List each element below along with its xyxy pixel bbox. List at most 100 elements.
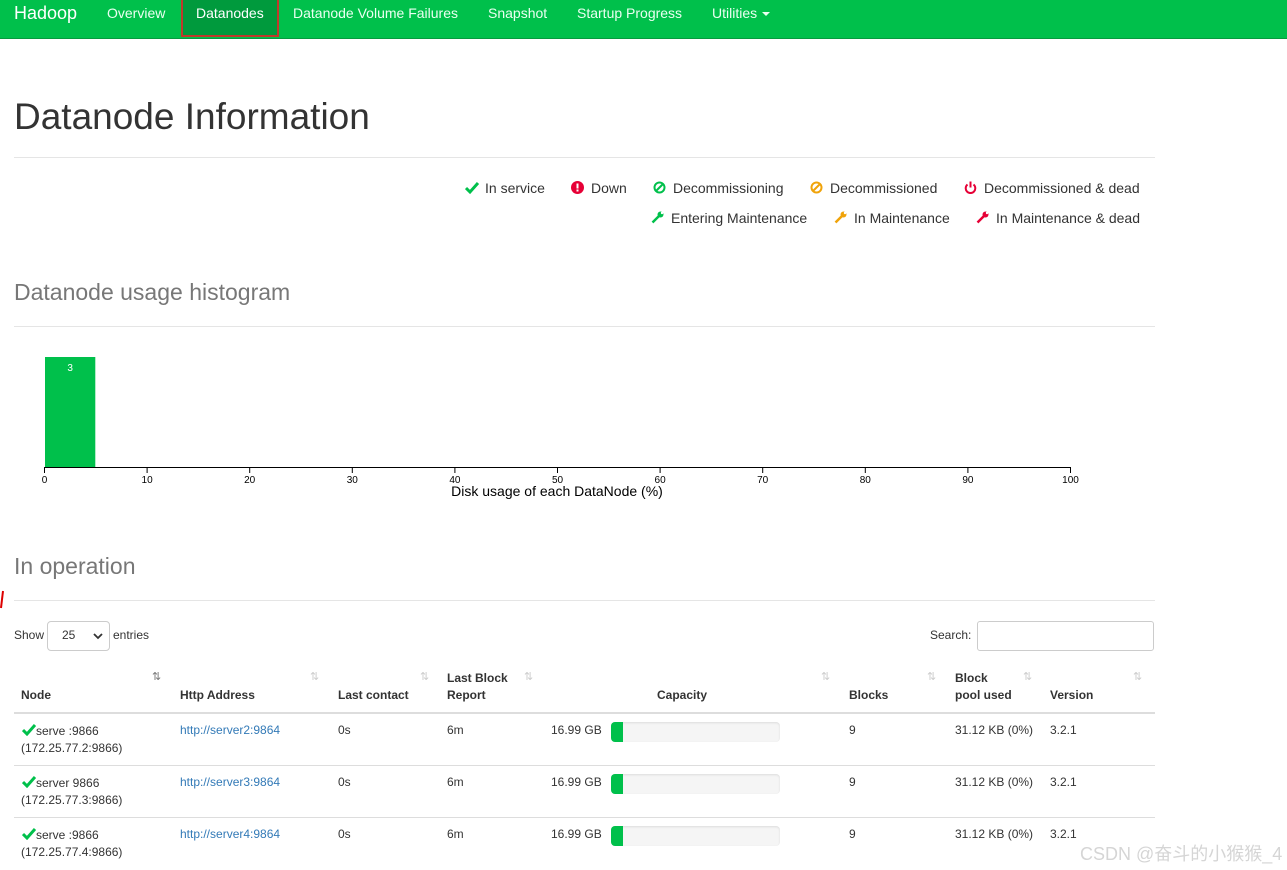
blocks-count: 9 — [849, 723, 856, 737]
header-line: Last Block — [447, 671, 508, 685]
x-tick-label: 20 — [244, 475, 256, 486]
row-divider — [14, 817, 1155, 818]
last-block-report: 6m — [447, 827, 464, 841]
checkmark-icon — [465, 182, 479, 195]
node-ip: (172.25.77.3:9866) — [21, 793, 123, 807]
legend-label: In Maintenance — [854, 210, 950, 226]
x-tick-label: 80 — [860, 475, 872, 486]
legend-label: Entering Maintenance — [671, 210, 808, 226]
sort-icon[interactable]: ⇅ — [927, 670, 936, 683]
last-contact: 0s — [338, 775, 351, 789]
capacity-bar-fill — [611, 722, 623, 742]
bar-count-label: 3 — [67, 363, 73, 374]
blocks-count: 9 — [849, 775, 856, 789]
x-tick-label: 0 — [42, 475, 48, 486]
header-line: Report — [447, 688, 486, 702]
histogram-heading: Datanode usage histogram — [14, 279, 291, 305]
version: 3.2.1 — [1050, 775, 1077, 789]
capacity-bar-fill — [611, 826, 623, 846]
x-tick-label: 70 — [757, 475, 769, 486]
sort-icon[interactable]: ⇅ — [1133, 670, 1142, 683]
column-header-capacity[interactable]: Capacity — [657, 687, 707, 704]
sort-icon[interactable]: ⇅ — [821, 670, 830, 683]
last-contact: 0s — [338, 723, 351, 737]
capacity-value: 16.99 GB — [551, 827, 602, 841]
sort-asc-icon[interactable]: ⇅ — [152, 670, 161, 683]
x-tick-label: 10 — [142, 475, 154, 486]
x-tick-label: 30 — [347, 475, 359, 486]
nav-volume-failures[interactable]: Datanode Volume Failures — [293, 0, 458, 38]
exclamation-circle-icon — [571, 181, 584, 194]
row-divider — [14, 765, 1155, 766]
last-block-report: 6m — [447, 723, 464, 737]
legend-label: Decommissioning — [673, 180, 784, 196]
column-header-last-contact[interactable]: Last contact — [338, 687, 409, 704]
wrench-icon — [976, 211, 989, 224]
nav-utilities-dropdown[interactable]: Utilities — [712, 0, 771, 38]
column-header-http[interactable]: Http Address — [180, 687, 255, 704]
divider — [14, 600, 1155, 601]
last-contact: 0s — [338, 827, 351, 841]
sort-icon[interactable]: ⇅ — [1023, 670, 1032, 683]
page-size-select[interactable]: 25 — [47, 621, 110, 651]
sort-icon[interactable]: ⇅ — [524, 670, 533, 683]
column-header-version[interactable]: Version — [1050, 687, 1093, 704]
block-pool-used: 31.12 KB (0%) — [955, 775, 1034, 789]
checkmark-icon — [22, 776, 36, 788]
caret-down-icon — [762, 12, 771, 17]
divider — [14, 326, 1155, 327]
column-header-blocks[interactable]: Blocks — [849, 687, 888, 704]
node-name: server 9866 — [36, 776, 100, 790]
node-ip: (172.25.77.4:9866) — [21, 845, 123, 859]
nav-datanodes[interactable]: Datanodes — [181, 0, 279, 37]
last-block-report: 6m — [447, 775, 464, 789]
legend-label: Down — [591, 180, 627, 196]
checkmark-icon — [22, 828, 36, 840]
node-name: serve :9866 — [36, 828, 99, 842]
block-pool-used: 31.12 KB (0%) — [955, 723, 1034, 737]
x-tick-label: 90 — [962, 475, 974, 486]
nav-utilities-label: Utilities — [712, 5, 758, 21]
search-input[interactable] — [977, 621, 1154, 651]
column-header-node[interactable]: Node — [21, 687, 51, 704]
capacity-bar-fill — [611, 774, 623, 794]
wrench-icon — [834, 211, 847, 224]
divider — [14, 157, 1155, 158]
sort-icon[interactable]: ⇅ — [420, 670, 429, 683]
page-title: Datanode Information — [14, 96, 370, 137]
brand-logo[interactable]: Hadoop — [14, 3, 77, 24]
watermark: CSDN @奋斗的小猴猴_4 — [1080, 844, 1283, 864]
http-address: http://server4:9864 — [180, 826, 280, 843]
capacity-bar — [611, 774, 780, 794]
chevron-down-icon — [93, 633, 103, 640]
search-label: Search: — [930, 628, 972, 642]
http-address: http://server3:9864 — [180, 774, 280, 791]
column-header-last-block-report[interactable]: Last Block Report — [447, 670, 508, 704]
wrench-icon — [651, 211, 664, 224]
sort-icon[interactable]: ⇅ — [310, 670, 319, 683]
nav-overview[interactable]: Overview — [107, 0, 165, 38]
top-navbar: Hadoop Overview Datanodes Datanode Volum… — [0, 0, 1287, 39]
x-axis-label: Disk usage of each DataNode (%) — [451, 483, 663, 499]
column-header-block-pool-used[interactable]: Block pool used — [955, 670, 1012, 704]
entries-label: entries — [113, 628, 150, 642]
node-name: serve :9866 — [36, 724, 99, 738]
in-operation-heading: In operation — [14, 553, 136, 579]
usage-histogram-chart: 3 0 10 20 30 40 50 60 70 80 90 100 Disk usage of e… — [42, 357, 1079, 499]
nav-snapshot[interactable]: Snapshot — [488, 0, 547, 38]
header-line: pool used — [955, 688, 1012, 702]
show-label: Show — [14, 628, 45, 642]
ban-circle-icon — [810, 181, 823, 194]
power-icon — [964, 181, 977, 194]
capacity-bar — [611, 722, 780, 742]
http-link[interactable]: http://server4:9864 — [180, 827, 280, 841]
legend-label: In service — [485, 180, 545, 196]
http-link[interactable]: http://server2:9864 — [180, 723, 280, 737]
capacity-value: 16.99 GB — [551, 723, 602, 737]
header-divider — [14, 712, 1155, 714]
http-link[interactable]: http://server3:9864 — [180, 775, 280, 789]
nav-startup-progress[interactable]: Startup Progress — [577, 0, 682, 38]
legend-label: In Maintenance & dead — [996, 210, 1140, 226]
capacity-bar — [611, 826, 780, 846]
legend-label: Decommissioned & dead — [984, 180, 1140, 196]
